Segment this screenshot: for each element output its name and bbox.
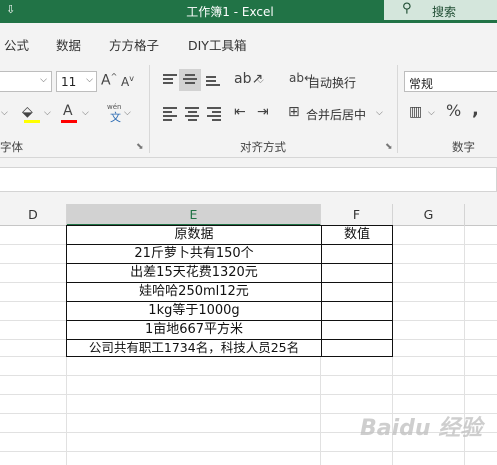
table-row[interactable]: 1kg等于1000g: [67, 302, 321, 320]
phonetic-guide-char: 文: [110, 111, 121, 124]
column-headers: D E F G: [0, 204, 497, 226]
search-icon: ⚲: [402, 1, 412, 16]
table-row[interactable]: 娃哈哈250ml12元: [67, 283, 321, 301]
formula-input[interactable]: [0, 167, 497, 192]
phonetic-guide-icon[interactable]: wén: [107, 104, 121, 111]
number-format-select[interactable]: 常规: [404, 71, 497, 92]
merge-center-button[interactable]: 合并后居中: [306, 106, 366, 123]
number-format-value: 常规: [409, 77, 434, 91]
table-divider: [321, 226, 322, 356]
tab-data[interactable]: 数据: [56, 35, 81, 54]
decrease-indent-icon[interactable]: ⇤: [234, 105, 246, 119]
percent-style-icon[interactable]: %: [446, 103, 461, 119]
chevron-down-icon[interactable]: ⌵: [124, 109, 131, 118]
table-row[interactable]: 公司共有职工1734名，科技人员25名: [67, 339, 321, 357]
fill-color-icon[interactable]: ⬙: [22, 105, 33, 119]
search-label: 搜索: [432, 5, 457, 19]
column-header-d[interactable]: D: [0, 204, 67, 226]
wrap-text-button[interactable]: 自动换行: [308, 74, 356, 91]
data-table: 原数据 数值 21斤萝卜共有150个 出差15天花费1320元 娃哈哈250ml…: [66, 225, 393, 357]
header-value-cell[interactable]: 数值: [322, 226, 392, 244]
align-top-icon[interactable]: [163, 74, 177, 86]
align-left-icon[interactable]: [163, 107, 177, 121]
chevron-down-icon[interactable]: ⌵: [1, 109, 8, 118]
font-dialog-launcher-icon[interactable]: ⬊: [136, 142, 144, 152]
tab-fangfang[interactable]: 方方格子: [109, 35, 159, 54]
align-middle-button[interactable]: [179, 69, 201, 91]
comma-style-icon[interactable]: ,: [472, 101, 479, 119]
chevron-down-icon: ⌵: [40, 75, 47, 85]
chevron-down-icon[interactable]: ⌵: [257, 77, 264, 86]
ribbon: ⌵ 11 ⌵ A^ Av ⌵ ⬙ ⌵ A ⌵ wén 文 ⌵ 字体 ⬊ ab↗ …: [0, 61, 497, 158]
decrease-font-icon[interactable]: Av: [121, 75, 134, 89]
alignment-dialog-launcher-icon[interactable]: ⬊: [385, 142, 393, 152]
fill-color-swatch: [24, 120, 40, 123]
accounting-format-icon[interactable]: ▥: [409, 105, 422, 119]
ribbon-tabs: 公式 数据 方方格子 DIY工具箱: [0, 23, 497, 61]
number-group-label: 数字: [452, 140, 475, 154]
align-right-icon[interactable]: [207, 107, 221, 121]
gridline: [0, 394, 497, 395]
column-header-g[interactable]: G: [393, 204, 465, 226]
chevron-down-icon: ⌵: [86, 75, 93, 85]
increase-indent-icon[interactable]: ⇥: [257, 105, 269, 119]
gridline: [0, 375, 497, 376]
font-name-select[interactable]: ⌵: [0, 71, 52, 92]
table-row[interactable]: 21斤萝卜共有150个: [67, 245, 321, 263]
column-header-e[interactable]: E: [67, 204, 321, 226]
column-header-f[interactable]: F: [321, 204, 393, 226]
group-divider: [397, 65, 398, 153]
alignment-group-label: 对齐方式: [240, 140, 286, 154]
align-bottom-icon[interactable]: [206, 76, 220, 88]
font-size-select[interactable]: 11 ⌵: [56, 71, 97, 92]
font-color-swatch: [61, 120, 77, 123]
tab-diy-toolbox[interactable]: DIY工具箱: [188, 35, 246, 54]
font-group-label: 字体: [0, 140, 23, 154]
formula-bar: [0, 158, 497, 204]
chevron-down-icon[interactable]: ⌵: [428, 109, 435, 118]
merge-center-icon[interactable]: ⊞: [288, 105, 300, 119]
search-box[interactable]: ⚲ 搜索: [384, 0, 497, 20]
watermark: Baidu 经验: [360, 416, 483, 441]
font-size-value: 11: [61, 75, 77, 89]
align-center-icon[interactable]: [185, 107, 199, 121]
table-row[interactable]: 1亩地667平方米: [67, 321, 321, 339]
chevron-down-icon[interactable]: ⌵: [82, 109, 89, 118]
title-bar: ⇩ 工作簿1 - Excel ⚲ 搜索: [0, 0, 497, 23]
font-color-icon[interactable]: A: [63, 104, 73, 118]
chevron-down-icon[interactable]: ⌵: [44, 109, 51, 118]
tab-formulas[interactable]: 公式: [4, 35, 29, 54]
chevron-down-icon[interactable]: ⌵: [376, 109, 383, 118]
group-divider: [149, 65, 150, 153]
gridline: [0, 451, 497, 452]
align-middle-icon: [183, 74, 197, 86]
header-source-cell[interactable]: 原数据: [67, 226, 321, 244]
table-row[interactable]: 出差15天花费1320元: [67, 264, 321, 282]
increase-font-icon[interactable]: A^: [101, 73, 117, 88]
